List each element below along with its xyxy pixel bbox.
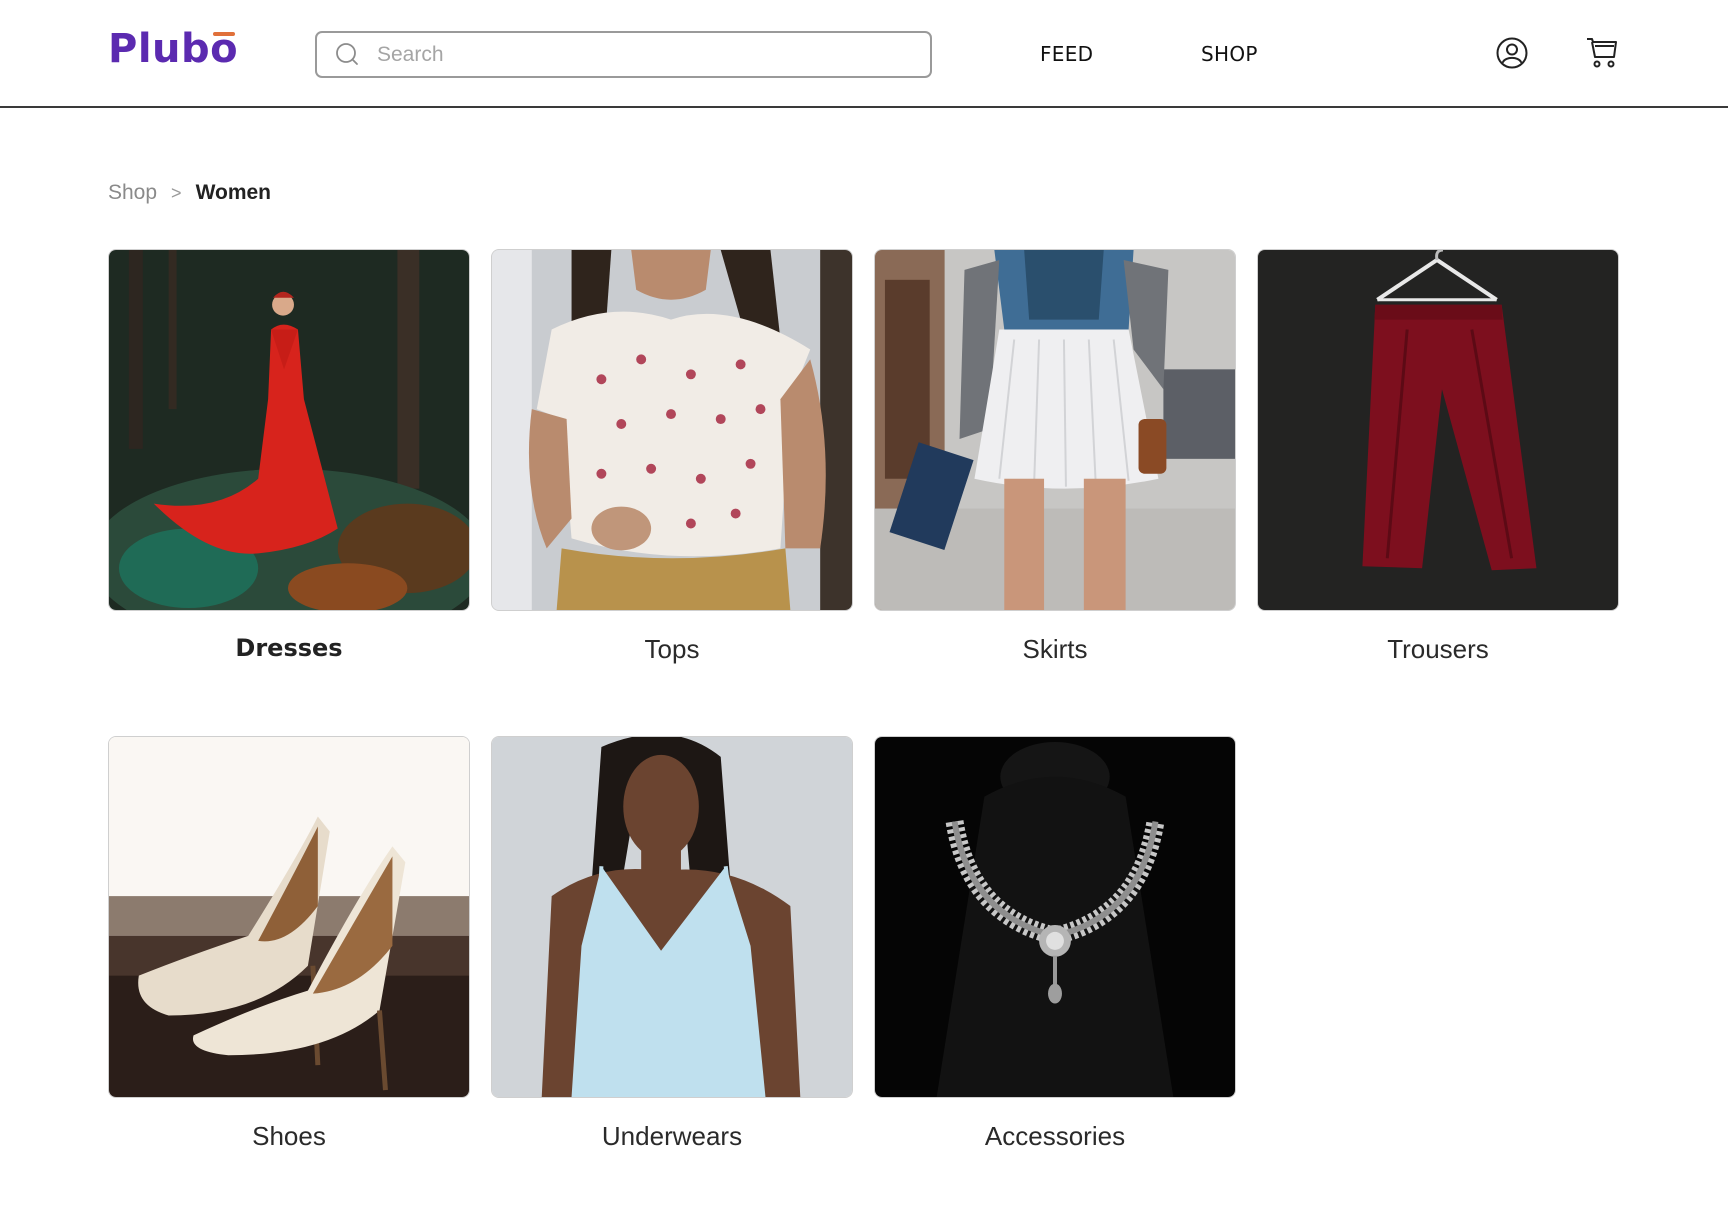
dresses-image <box>108 249 470 611</box>
category-label: Tops <box>644 634 700 664</box>
nav-feed-link[interactable]: FEED <box>1040 42 1093 66</box>
search-input[interactable] <box>377 42 877 67</box>
search-icon <box>336 42 358 65</box>
top-header: Plubo FEED SHOP <box>0 0 1728 108</box>
tops-image <box>491 249 853 611</box>
breadcrumb: Shop > Women <box>108 181 271 205</box>
category-label: Dresses <box>235 634 343 662</box>
underwears-image <box>491 736 853 1098</box>
breadcrumb-shop-link[interactable]: Shop <box>108 181 157 205</box>
category-label: Accessories <box>984 1121 1126 1151</box>
category-label: Underwears <box>601 1121 743 1151</box>
shoes-image <box>108 736 470 1098</box>
skirts-image <box>874 249 1236 611</box>
breadcrumb-separator: > <box>171 182 182 203</box>
category-card-tops[interactable]: Tops <box>491 249 853 665</box>
account-button[interactable] <box>1495 36 1529 75</box>
category-card-skirts[interactable]: Skirts <box>874 249 1236 665</box>
user-circle-icon <box>1496 37 1528 69</box>
category-card-trousers[interactable]: Trousers <box>1257 249 1619 665</box>
trousers-image <box>1257 249 1619 611</box>
plubo-logo[interactable]: Plubo <box>108 26 238 72</box>
nav-shop-link[interactable]: SHOP <box>1201 42 1258 66</box>
accessories-image <box>874 736 1236 1098</box>
cart-button[interactable] <box>1584 35 1620 76</box>
breadcrumb-current: Women <box>195 181 272 204</box>
category-card-underwears[interactable]: Underwears <box>491 736 853 1152</box>
search-bar[interactable] <box>315 31 932 78</box>
category-label: Shoes <box>252 1121 326 1151</box>
shopping-cart-icon <box>1587 38 1617 68</box>
category-card-dresses[interactable]: Dresses <box>108 249 470 662</box>
category-card-accessories[interactable]: Accessories <box>874 736 1236 1152</box>
category-card-shoes[interactable]: Shoes <box>108 736 470 1152</box>
category-label: Skirts <box>1022 634 1088 664</box>
category-label: Trousers <box>1387 634 1489 664</box>
